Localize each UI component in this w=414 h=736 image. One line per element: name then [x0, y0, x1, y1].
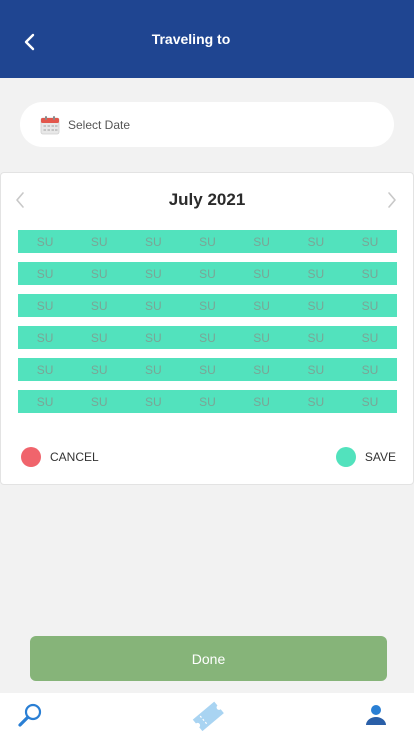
- save-button[interactable]: SAVE: [335, 446, 396, 468]
- calendar-day-cell[interactable]: SU: [180, 294, 234, 317]
- calendar-day-cell[interactable]: SU: [289, 262, 343, 285]
- calendar-week-row: SU SU SU SU SU SU SU: [18, 230, 397, 253]
- ticket-icon: [192, 701, 224, 732]
- calendar-day-cell[interactable]: SU: [235, 390, 289, 413]
- calendar-day-cell[interactable]: SU: [289, 294, 343, 317]
- next-month-button[interactable]: [381, 189, 403, 211]
- calendar-day-cell[interactable]: SU: [72, 230, 126, 253]
- calendar-day-cell[interactable]: SU: [126, 326, 180, 349]
- user-icon: [366, 705, 386, 725]
- calendar-day-cell[interactable]: SU: [235, 358, 289, 381]
- calendar-day-cell[interactable]: SU: [18, 326, 72, 349]
- calendar-day-cell[interactable]: SU: [18, 358, 72, 381]
- calendar-day-cell[interactable]: SU: [72, 358, 126, 381]
- app-screen: Traveling to Select Date July 2021 SU SU…: [0, 0, 414, 736]
- calendar-day-cell[interactable]: SU: [235, 294, 289, 317]
- calendar-day-cell[interactable]: SU: [180, 358, 234, 381]
- calendar-day-cell[interactable]: SU: [343, 326, 397, 349]
- done-button[interactable]: Done: [30, 636, 387, 681]
- app-header: Traveling to: [0, 0, 414, 78]
- save-dot: [335, 447, 356, 467]
- date-input[interactable]: Select Date: [20, 102, 394, 147]
- calendar-day-cell[interactable]: SU: [289, 326, 343, 349]
- tab-search[interactable]: [16, 701, 44, 729]
- calendar-day-cell[interactable]: SU: [72, 262, 126, 285]
- calendar-week-row: SU SU SU SU SU SU SU: [18, 294, 397, 317]
- calendar-day-cell[interactable]: SU: [18, 294, 72, 317]
- calendar-day-cell[interactable]: SU: [180, 390, 234, 413]
- calendar-day-cell[interactable]: SU: [126, 358, 180, 381]
- save-label: SAVE: [364, 450, 396, 464]
- calendar-day-cell[interactable]: SU: [235, 230, 289, 253]
- calendar-day-cell[interactable]: SU: [126, 230, 180, 253]
- calendar-day-cell[interactable]: SU: [180, 326, 234, 349]
- calendar-day-cell[interactable]: SU: [126, 262, 180, 285]
- tab-profile[interactable]: [364, 703, 388, 727]
- calendar-day-cell[interactable]: SU: [343, 230, 397, 253]
- calendar-week-row: SU SU SU SU SU SU SU: [18, 326, 397, 349]
- calendar-day-cell[interactable]: SU: [289, 390, 343, 413]
- calendar-week-row: SU SU SU SU SU SU SU: [18, 390, 397, 413]
- calendar-day-cell[interactable]: SU: [343, 262, 397, 285]
- cancel-label: CANCEL: [50, 450, 99, 464]
- month-title: July 2021: [168, 190, 246, 209]
- calendar-day-cell[interactable]: SU: [180, 230, 234, 253]
- date-input-placeholder: Select Date: [68, 118, 131, 132]
- bottom-nav: [0, 693, 414, 736]
- calendar-day-cell[interactable]: SU: [180, 262, 234, 285]
- calendar-day-cell[interactable]: SU: [18, 390, 72, 413]
- search-icon: [18, 703, 42, 727]
- calendar-day-cell[interactable]: SU: [72, 326, 126, 349]
- calendar-day-cell[interactable]: SU: [343, 294, 397, 317]
- calendar-day-cell[interactable]: SU: [72, 390, 126, 413]
- calendar-day-cell[interactable]: SU: [343, 390, 397, 413]
- calendar-picker: July 2021 SU SU SU SU SU SU SU SU SU SU SU SU SU SU SU…: [0, 172, 414, 485]
- page-title: Traveling to: [151, 31, 231, 47]
- cancel-button[interactable]: CANCEL: [21, 446, 99, 468]
- calendar-day-cell[interactable]: SU: [235, 262, 289, 285]
- calendar-week-row: SU SU SU SU SU SU SU: [18, 262, 397, 285]
- calendar-day-cell[interactable]: SU: [126, 390, 180, 413]
- chevron-right-icon: [388, 192, 396, 208]
- calendar-day-cell[interactable]: SU: [72, 294, 126, 317]
- cancel-dot: [21, 447, 41, 467]
- calendar-day-cell[interactable]: SU: [235, 326, 289, 349]
- calendar-day-cell[interactable]: SU: [18, 230, 72, 253]
- calendar-day-cell[interactable]: SU: [126, 294, 180, 317]
- calendar-icon: [40, 116, 60, 135]
- calendar-day-cell[interactable]: SU: [343, 358, 397, 381]
- calendar-day-cell[interactable]: SU: [289, 358, 343, 381]
- calendar-day-cell[interactable]: SU: [289, 230, 343, 253]
- calendar-week-row: SU SU SU SU SU SU SU: [18, 358, 397, 381]
- calendar-day-cell[interactable]: SU: [18, 262, 72, 285]
- tab-tickets[interactable]: [188, 696, 228, 736]
